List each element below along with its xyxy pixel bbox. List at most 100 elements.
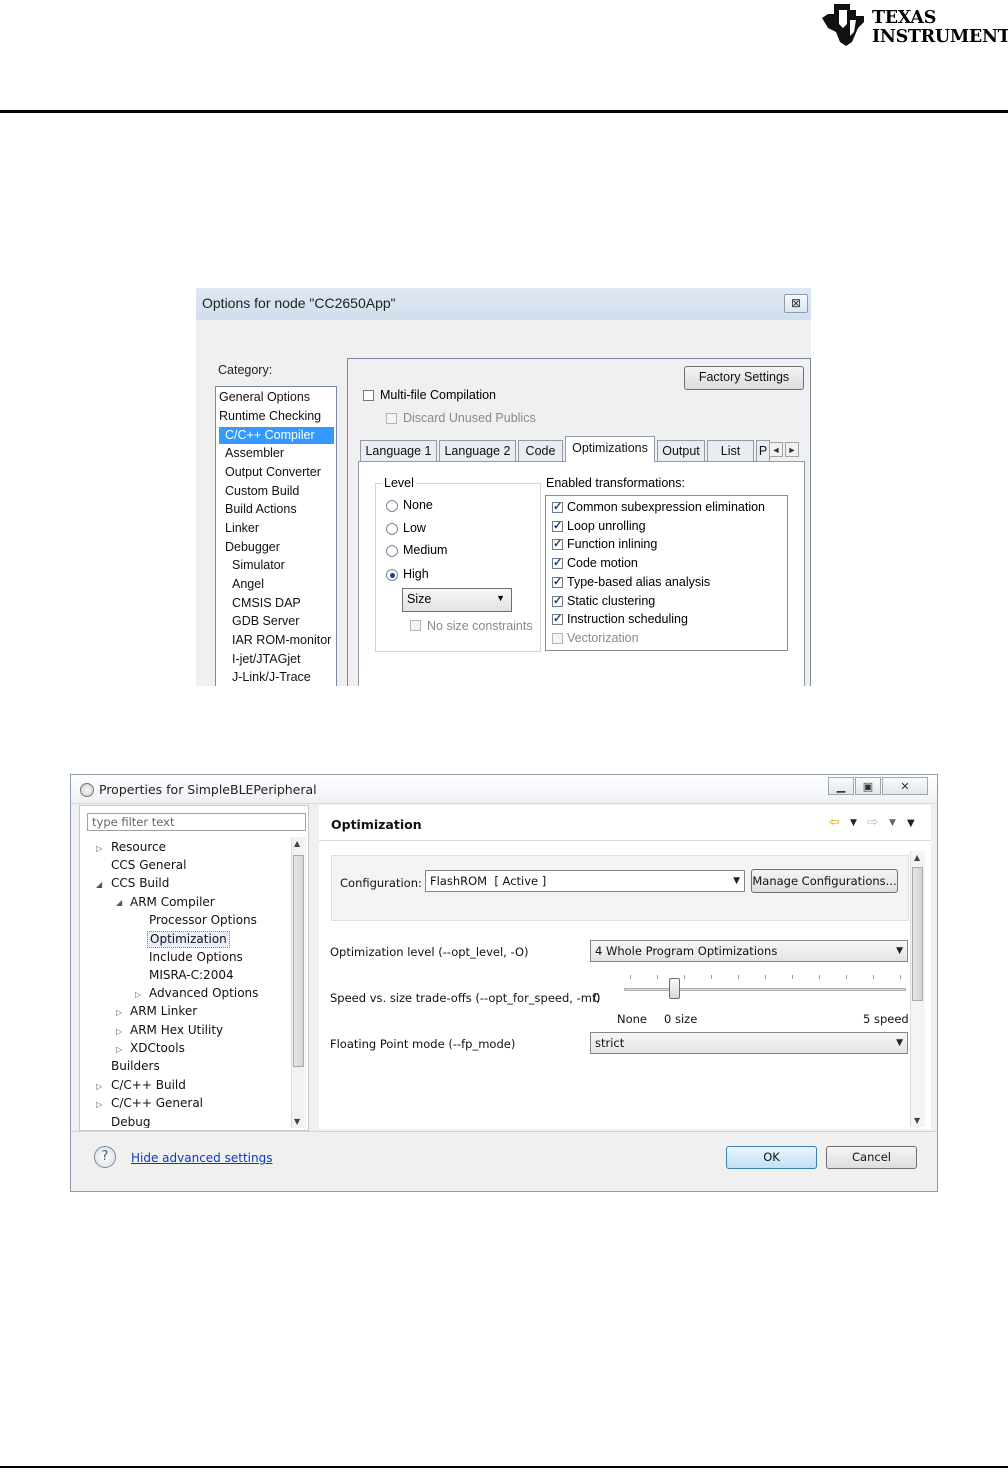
collapse-icon[interactable]: ◢ [116,895,122,910]
chevron-down-icon: ▼ [896,1038,903,1048]
no-size-constraints-checkbox[interactable] [410,620,421,631]
category-runtime-checking[interactable]: Runtime Checking [219,409,321,424]
tree-item-xdctools[interactable]: XDCtools [130,1041,185,1056]
transformation-label: Loop unrolling [567,518,646,533]
tree-item-builders[interactable]: Builders [111,1059,160,1074]
level-low-radio[interactable] [386,523,398,535]
view-menu-icon[interactable]: ▼ [907,818,915,829]
tree-item-debug[interactable]: Debug [111,1115,150,1128]
ti-logo: Texas Instruments [820,2,1008,48]
transformation-checkbox[interactable] [552,612,563,626]
scroll-up-icon[interactable]: ▲ [294,839,300,848]
expand-icon[interactable]: ▷ [116,1024,122,1039]
collapse-icon[interactable]: ◢ [96,877,102,892]
scroll-up-icon[interactable]: ▲ [914,853,920,862]
tree-scroll-thumb[interactable] [293,855,304,1067]
manage-configurations-button[interactable]: Manage Configurations... [751,869,898,893]
tree-item-processor-options[interactable]: Processor Options [149,913,257,928]
expand-icon[interactable]: ▷ [96,1097,102,1112]
tab-language-1[interactable]: Language 1 [360,440,437,461]
settings-scrollbar[interactable]: ▲ ▼ [910,851,925,1127]
minimize-icon[interactable]: ▁ [828,777,854,795]
filter-input[interactable]: type filter text [87,813,306,831]
slider-thumb[interactable] [669,978,680,999]
category-simulator[interactable]: Simulator [232,558,285,573]
expand-icon[interactable]: ▷ [116,1042,122,1057]
category-debugger[interactable]: Debugger [225,540,280,555]
fp-mode-select[interactable]: strict ▼ [590,1032,908,1054]
close-icon[interactable]: ✕ [882,777,928,795]
expand-icon[interactable]: ▷ [135,987,141,1002]
category-ijet-jtagjet[interactable]: I-jet/JTAGjet [232,652,301,667]
tab-optimizations[interactable]: Optimizations [565,436,655,462]
category-build-actions[interactable]: Build Actions [225,502,297,517]
forward-menu-icon[interactable]: ▼ [889,818,896,828]
discard-unused-checkbox[interactable] [386,413,397,424]
help-icon[interactable]: ? [94,1146,116,1168]
category-linker[interactable]: Linker [225,521,259,536]
tree-scrollbar[interactable]: ▲ ▼ [291,837,306,1128]
tree-item-misra[interactable]: MISRA-C:2004 [149,968,234,983]
tree-item-resource[interactable]: Resource [111,840,166,855]
configuration-select[interactable]: FlashROM [ Active ] ▼ [425,870,745,892]
tab-list[interactable]: List [707,440,754,461]
cancel-button[interactable]: Cancel [826,1146,917,1169]
tab-scroll-left-icon[interactable]: ◄ [769,442,783,457]
expand-icon[interactable]: ▷ [96,1079,102,1094]
transformation-checkbox[interactable] [552,537,563,551]
scroll-down-icon[interactable]: ▼ [914,1116,920,1125]
category-jlink-jtrace[interactable]: J-Link/J-Trace [232,670,311,685]
level-none-radio[interactable] [386,500,398,512]
tree-item-ccs-general[interactable]: CCS General [111,858,186,873]
tree-item-arm-compiler[interactable]: ARM Compiler [130,895,215,910]
transformation-checkbox[interactable] [552,575,563,588]
scroll-down-icon[interactable]: ▼ [294,1117,300,1126]
ok-button[interactable]: OK [726,1146,817,1169]
category-angel[interactable]: Angel [232,577,264,592]
tab-output[interactable]: Output [657,440,705,461]
tree-item-cpp-build[interactable]: C/C++ Build [111,1078,186,1093]
forward-arrow-icon[interactable]: ⇨ [867,815,878,830]
close-icon[interactable]: ⊠ [784,294,808,313]
tree-item-advanced-options[interactable]: Advanced Options [149,986,258,1001]
transformation-checkbox[interactable] [552,594,563,607]
size-speed-select[interactable]: Size ▼ [402,588,512,612]
category-gdb-server[interactable]: GDB Server [232,614,299,629]
category-cpp-compiler[interactable]: C/C++ Compiler [219,427,334,444]
category-cmsis-dap[interactable]: CMSIS DAP [232,596,301,611]
level-high-radio[interactable] [386,569,398,581]
level-medium-radio[interactable] [386,545,398,557]
tab-language-2[interactable]: Language 2 [439,440,516,461]
category-general-options[interactable]: General Options [219,390,310,405]
multifile-label: Multi-file Compilation [380,388,497,402]
category-custom-build[interactable]: Custom Build [225,484,299,499]
opt-level-select[interactable]: 4 Whole Program Optimizations ▼ [590,940,908,962]
expand-icon[interactable]: ▷ [96,841,102,856]
speed-size-slider[interactable] [624,971,906,1001]
tree-item-cpp-general[interactable]: C/C++ General [111,1096,203,1111]
transformation-checkbox[interactable] [552,556,563,570]
tab-scroll-right-icon[interactable]: ► [785,442,799,457]
tree-item-arm-hex-utility[interactable]: ARM Hex Utility [130,1023,223,1038]
factory-settings-button[interactable]: Factory Settings [684,366,804,390]
tree-item-ccs-build[interactable]: CCS Build [111,876,169,891]
hide-advanced-settings-link[interactable]: Hide advanced settings [131,1151,272,1165]
back-menu-icon[interactable]: ▼ [850,818,857,828]
settings-scroll-thumb[interactable] [912,867,923,1001]
tree-item-optimization[interactable]: Optimization [147,931,230,948]
back-arrow-icon[interactable]: ⇦ [829,815,840,830]
tab-p[interactable]: P [756,440,770,461]
maximize-icon[interactable]: ▣ [855,777,881,795]
tree-item-include-options[interactable]: Include Options [149,950,243,965]
transformation-checkbox[interactable] [552,519,563,532]
transformation-checkbox[interactable] [552,500,563,513]
transformation-checkbox[interactable] [552,632,563,644]
slider-tick [900,975,901,979]
category-output-converter[interactable]: Output Converter [225,465,321,480]
expand-icon[interactable]: ▷ [116,1005,122,1020]
tab-code[interactable]: Code [518,440,563,461]
tree-item-arm-linker[interactable]: ARM Linker [130,1004,197,1019]
category-iar-rom-monitor[interactable]: IAR ROM-monitor [232,633,331,648]
multifile-checkbox[interactable] [363,390,374,401]
category-assembler[interactable]: Assembler [225,446,284,461]
